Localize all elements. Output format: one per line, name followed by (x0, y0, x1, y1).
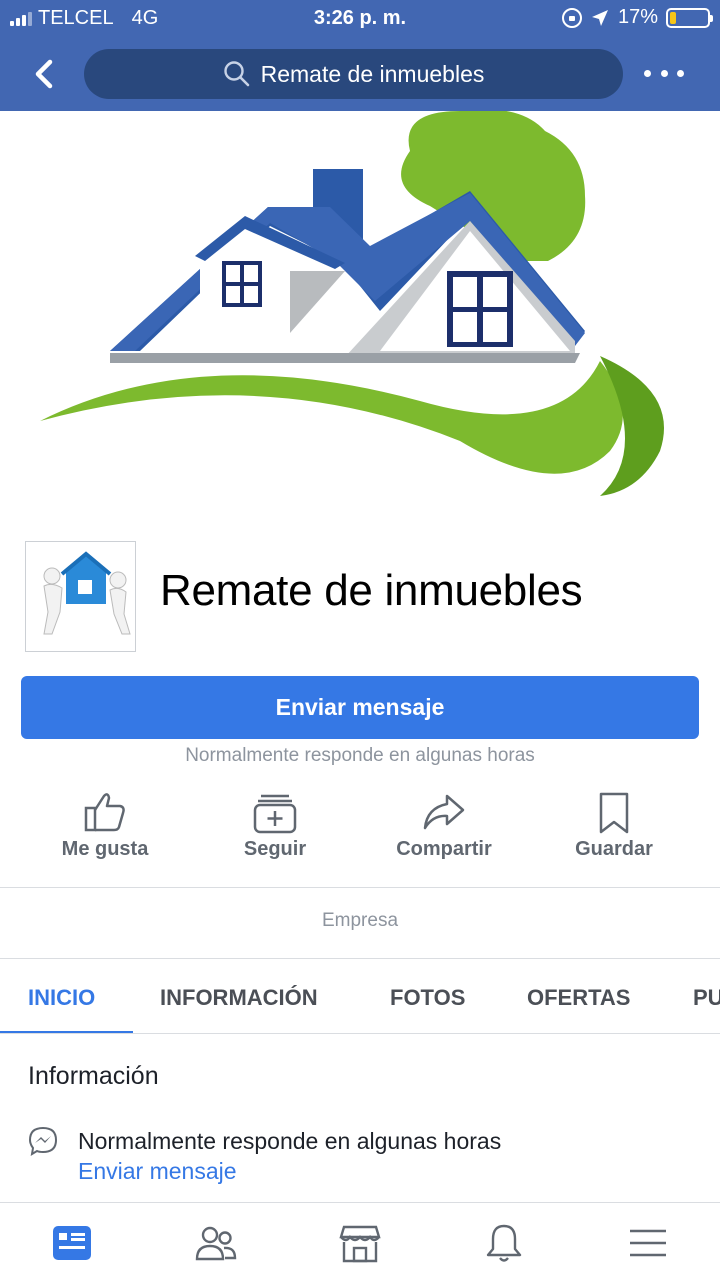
cover-photo[interactable] (0, 111, 720, 511)
send-message-link[interactable]: Enviar mensaje (78, 1158, 237, 1185)
movers-house-illustration (43, 551, 131, 635)
battery-percent: 17% (617, 6, 658, 28)
battery-icon (666, 7, 713, 28)
location-arrow-icon (591, 9, 608, 26)
status-bar: TELCEL 4G 3:26 p. m. 17% (0, 0, 720, 38)
like-label: Me gusta (61, 838, 149, 860)
tab-fotos[interactable]: FOTOS (390, 985, 465, 1011)
response-time-text: Normalmente responde en algunas horas (78, 1128, 502, 1154)
divider (0, 887, 720, 888)
active-tab-indicator (0, 1031, 133, 1033)
bookmark-icon (599, 792, 629, 834)
share-icon (423, 794, 465, 830)
top-header: TELCEL 4G 3:26 p. m. 17% Remate de inmue… (0, 0, 720, 111)
profile-picture[interactable] (25, 541, 136, 652)
save-label: Guardar (575, 838, 653, 860)
tab-inicio[interactable]: INICIO (28, 985, 95, 1011)
search-bar[interactable]: Remate de inmuebles (84, 49, 623, 99)
marketplace-icon[interactable] (338, 1221, 382, 1265)
follow-icon (253, 794, 297, 834)
tab-partial[interactable]: PU (693, 985, 720, 1011)
share-button[interactable]: Compartir (359, 790, 529, 870)
house-logo-illustration (40, 111, 664, 496)
search-icon (223, 61, 249, 87)
orientation-lock-icon (561, 7, 582, 28)
page-name: Remate de inmuebles (160, 566, 583, 615)
follow-label: Seguir (243, 838, 307, 860)
share-label: Compartir (396, 838, 492, 860)
search-text: Remate de inmuebles (260, 60, 485, 87)
page-actions: Me gusta Seguir Compartir Guardar (0, 790, 720, 870)
notifications-icon[interactable] (482, 1221, 526, 1265)
menu-icon[interactable] (626, 1221, 670, 1265)
page-tabs: INICIO INFORMACIÓN FOTOS OFERTAS PU (0, 958, 720, 1034)
follow-button[interactable]: Seguir (190, 790, 360, 870)
save-button[interactable]: Guardar (529, 790, 699, 870)
like-button[interactable]: Me gusta (20, 790, 190, 870)
tab-ofertas[interactable]: OFERTAS (527, 985, 630, 1011)
thumbs-up-icon (84, 793, 125, 832)
page-category: Empresa (321, 910, 399, 931)
nav-bar: Remate de inmuebles (0, 44, 720, 104)
news-feed-icon[interactable] (50, 1221, 94, 1265)
back-arrow-icon[interactable] (26, 52, 66, 96)
friends-icon[interactable] (194, 1221, 238, 1265)
info-section-title: Información (28, 1062, 159, 1090)
tab-informacion[interactable]: INFORMACIÓN (160, 985, 318, 1011)
send-message-button[interactable]: Enviar mensaje (21, 676, 699, 739)
more-options-icon[interactable] (644, 60, 684, 86)
messenger-icon (28, 1126, 58, 1156)
response-time-note: Normalmente responde en algunas horas (185, 745, 535, 766)
bottom-nav (0, 1202, 720, 1280)
